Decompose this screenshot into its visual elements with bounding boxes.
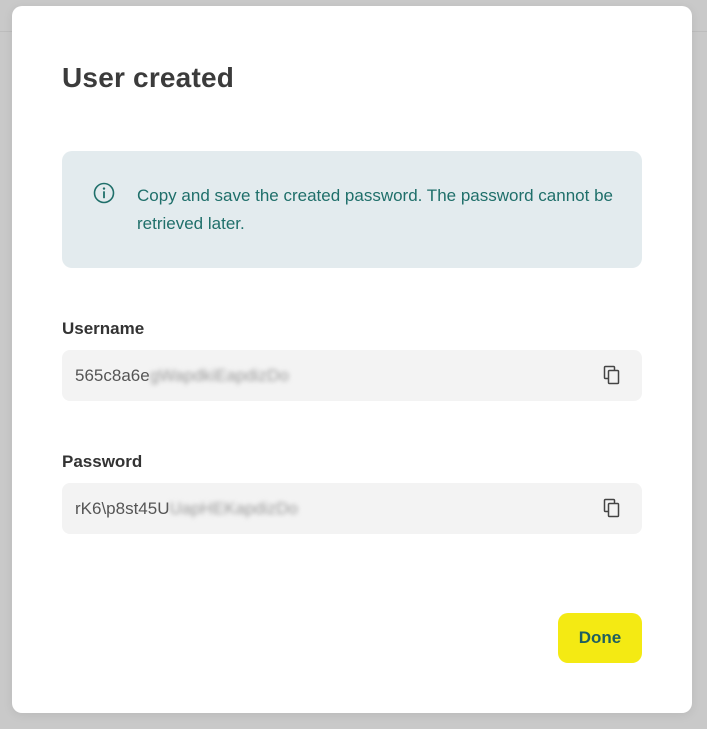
username-field[interactable]: 565c8a6egWapdkiEapdizDo <box>62 350 642 401</box>
password-field[interactable]: rK6\p8st45UUapHEKapdizDo <box>62 483 642 534</box>
copy-username-button[interactable] <box>601 364 623 386</box>
user-created-dialog: User created Copy and save the created p… <box>12 6 692 713</box>
username-value[interactable]: 565c8a6egWapdkiEapdizDo <box>75 350 289 401</box>
done-button[interactable]: Done <box>558 613 642 663</box>
copy-icon <box>603 365 620 385</box>
password-value-obscured: UapHEKapdizDo <box>169 499 299 518</box>
info-circle-icon <box>93 182 115 204</box>
password-value-visible: rK6\p8st45U <box>75 499 170 518</box>
username-label: Username <box>62 319 145 338</box>
username-value-visible: 565c8a6e <box>75 366 150 385</box>
info-message: Copy and save the created password. The … <box>137 186 613 233</box>
password-value[interactable]: rK6\p8st45UUapHEKapdizDo <box>75 483 298 534</box>
password-label: Password <box>62 452 143 471</box>
info-banner: Copy and save the created password. The … <box>62 151 642 268</box>
username-value-obscured: gWapdkiEapdizDo <box>149 366 289 385</box>
dialog-title: User created <box>62 62 235 93</box>
copy-password-button[interactable] <box>601 497 623 519</box>
copy-icon <box>603 498 620 518</box>
